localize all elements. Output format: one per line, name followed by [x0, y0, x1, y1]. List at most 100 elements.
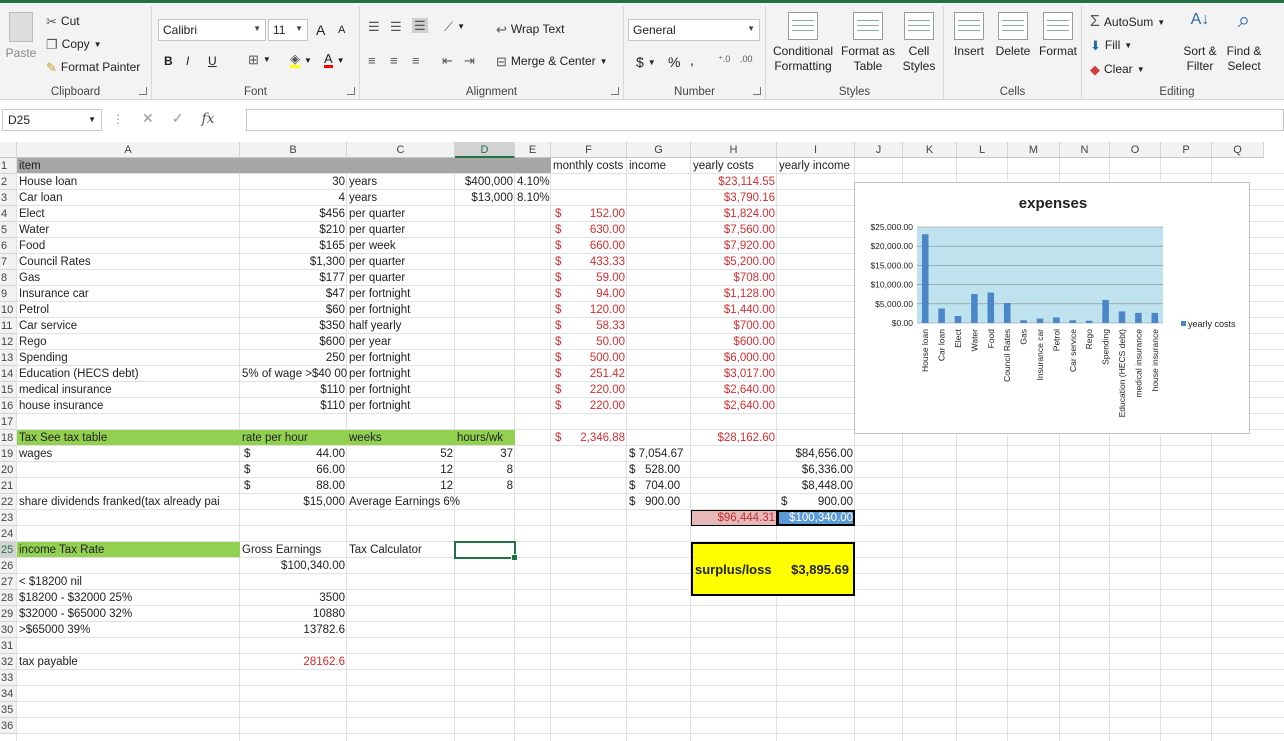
- cell-B25[interactable]: Gross Earnings: [240, 542, 323, 558]
- cell-H4[interactable]: $1,824.00: [691, 206, 777, 222]
- number-launcher-icon[interactable]: [753, 87, 761, 95]
- row-header-25[interactable]: 25: [0, 542, 17, 558]
- cell-H14[interactable]: $3,017.00: [691, 366, 777, 382]
- cell-B12[interactable]: $600: [240, 334, 347, 350]
- cell-C9[interactable]: per fortnight: [347, 286, 412, 302]
- cell-A3[interactable]: Car loan: [17, 190, 64, 206]
- row-header-12[interactable]: 12: [0, 334, 17, 350]
- column-header-B[interactable]: B: [240, 142, 347, 158]
- row-header-23[interactable]: 23: [0, 510, 17, 526]
- column-header-P[interactable]: P: [1161, 142, 1212, 158]
- cell-B32[interactable]: 28162.6: [240, 654, 347, 670]
- cancel-icon[interactable]: ✕: [142, 110, 154, 127]
- cell-H2[interactable]: $23,114.55: [691, 174, 777, 190]
- cell-F12[interactable]: 50.00: [551, 334, 627, 350]
- cell-A7[interactable]: Council Rates: [17, 254, 93, 270]
- cell-A22[interactable]: share dividends franked(tax already pai: [17, 494, 222, 510]
- cell-A29[interactable]: $32000 - $65000 32%: [17, 606, 134, 622]
- cell-F13[interactable]: 500.00: [551, 350, 627, 366]
- row-header-11[interactable]: 11: [0, 318, 17, 334]
- cell-F9[interactable]: 94.00: [551, 286, 627, 302]
- underline-button[interactable]: U: [208, 54, 217, 68]
- cell-B9[interactable]: $47: [240, 286, 347, 302]
- cell-B28[interactable]: 3500: [240, 590, 347, 606]
- cell-B2[interactable]: 30: [240, 174, 347, 190]
- row-header-17[interactable]: 17: [0, 414, 17, 430]
- cell-D2[interactable]: $400,000: [455, 174, 515, 190]
- cell-H23[interactable]: $96,444.31: [691, 510, 777, 526]
- cell-B20[interactable]: 66.00: [240, 462, 347, 478]
- row-header-16[interactable]: 16: [0, 398, 17, 414]
- row-header-33[interactable]: 33: [0, 670, 17, 686]
- cell-C4[interactable]: per quarter: [347, 206, 407, 222]
- insert-button[interactable]: Insert: [948, 12, 990, 59]
- cell-A12[interactable]: Rego: [17, 334, 49, 350]
- column-header-H[interactable]: H: [691, 142, 777, 158]
- wrap-text-button[interactable]: ↩ Wrap Text: [496, 22, 564, 36]
- cell-B18[interactable]: rate per hour: [240, 430, 310, 446]
- row-header-27[interactable]: 27: [0, 574, 17, 590]
- cell-C21[interactable]: 12: [347, 478, 455, 494]
- column-header-Q[interactable]: Q: [1212, 142, 1264, 158]
- cell-A18[interactable]: Tax See tax table: [17, 430, 109, 446]
- cell-styles-button[interactable]: Cell Styles: [898, 12, 940, 74]
- cell-A25[interactable]: income Tax Rate: [17, 542, 106, 558]
- cell-A30[interactable]: >$65000 39%: [17, 622, 92, 638]
- align-middle-icon[interactable]: ☰: [390, 20, 402, 33]
- cell-H15[interactable]: $2,640.00: [691, 382, 777, 398]
- font-name-dropdown[interactable]: Calibri ▼: [158, 19, 266, 41]
- row-header-29[interactable]: 29: [0, 606, 17, 622]
- row-header-22[interactable]: 22: [0, 494, 17, 510]
- decrease-indent-icon[interactable]: ⇤: [442, 54, 453, 67]
- conditional-formatting-button[interactable]: Conditional Formatting: [770, 12, 836, 74]
- cell-A9[interactable]: Insurance car: [17, 286, 91, 302]
- cell-F2[interactable]: $1,926.21: [551, 174, 627, 190]
- increase-decimal-icon[interactable]: ⁺.0: [718, 54, 730, 65]
- cell-H25[interactable]: surplus/loss: [693, 560, 773, 580]
- cell-H8[interactable]: $708.00: [691, 270, 777, 286]
- cell-F11[interactable]: 58.33: [551, 318, 627, 334]
- cell-B5[interactable]: $210: [240, 222, 347, 238]
- cell-I22[interactable]: 900.00: [777, 494, 855, 510]
- row-header-32[interactable]: 32: [0, 654, 17, 670]
- cell-A4[interactable]: Elect: [17, 206, 47, 222]
- column-header-C[interactable]: C: [347, 142, 455, 158]
- cell-B26[interactable]: $100,340.00: [240, 558, 347, 574]
- cell-A5[interactable]: Water: [17, 222, 51, 238]
- column-header-A[interactable]: A: [17, 142, 240, 158]
- align-center-icon[interactable]: ≡: [390, 54, 398, 67]
- cell-A10[interactable]: Petrol: [17, 302, 51, 318]
- cell-A1[interactable]: item: [17, 158, 43, 174]
- cell-H11[interactable]: $700.00: [691, 318, 777, 334]
- cell-D18[interactable]: hours/wk: [455, 430, 505, 446]
- cell-I21[interactable]: $8,448.00: [777, 478, 855, 494]
- row-header-13[interactable]: 13: [0, 350, 17, 366]
- cell-A19[interactable]: wages: [17, 446, 54, 462]
- column-header-I[interactable]: I: [777, 142, 855, 158]
- cell-C13[interactable]: per fortnight: [347, 350, 412, 366]
- alignment-launcher-icon[interactable]: [611, 87, 619, 95]
- cell-B6[interactable]: $165: [240, 238, 347, 254]
- cell-A32[interactable]: tax payable: [17, 654, 80, 670]
- borders-icon[interactable]: ⊞ ▼: [248, 53, 271, 66]
- font-color-icon[interactable]: A ▼: [324, 52, 345, 68]
- font-launcher-icon[interactable]: [347, 87, 355, 95]
- column-header-N[interactable]: N: [1060, 142, 1110, 158]
- cell-B30[interactable]: 13782.6: [240, 622, 347, 638]
- row-header-31[interactable]: 31: [0, 638, 17, 654]
- cell-A8[interactable]: Gas: [17, 270, 42, 286]
- column-header-E[interactable]: E: [515, 142, 551, 158]
- cell-F15[interactable]: 220.00: [551, 382, 627, 398]
- column-header-O[interactable]: O: [1110, 142, 1161, 158]
- cell-H13[interactable]: $6,000.00: [691, 350, 777, 366]
- cell-G1[interactable]: income: [627, 158, 668, 174]
- sort-filter-button[interactable]: A↓ Sort & Filter: [1178, 12, 1222, 74]
- column-header-F[interactable]: F: [551, 142, 627, 158]
- cell-B14[interactable]: 5% of wage >$40 00: [240, 366, 349, 382]
- column-header-J[interactable]: J: [855, 142, 903, 158]
- cell-I25[interactable]: $3,895.69: [777, 560, 851, 580]
- cell-B13[interactable]: 250: [240, 350, 347, 366]
- cell-C12[interactable]: per year: [347, 334, 393, 350]
- align-top-icon[interactable]: ☰: [368, 20, 380, 33]
- row-header-15[interactable]: 15: [0, 382, 17, 398]
